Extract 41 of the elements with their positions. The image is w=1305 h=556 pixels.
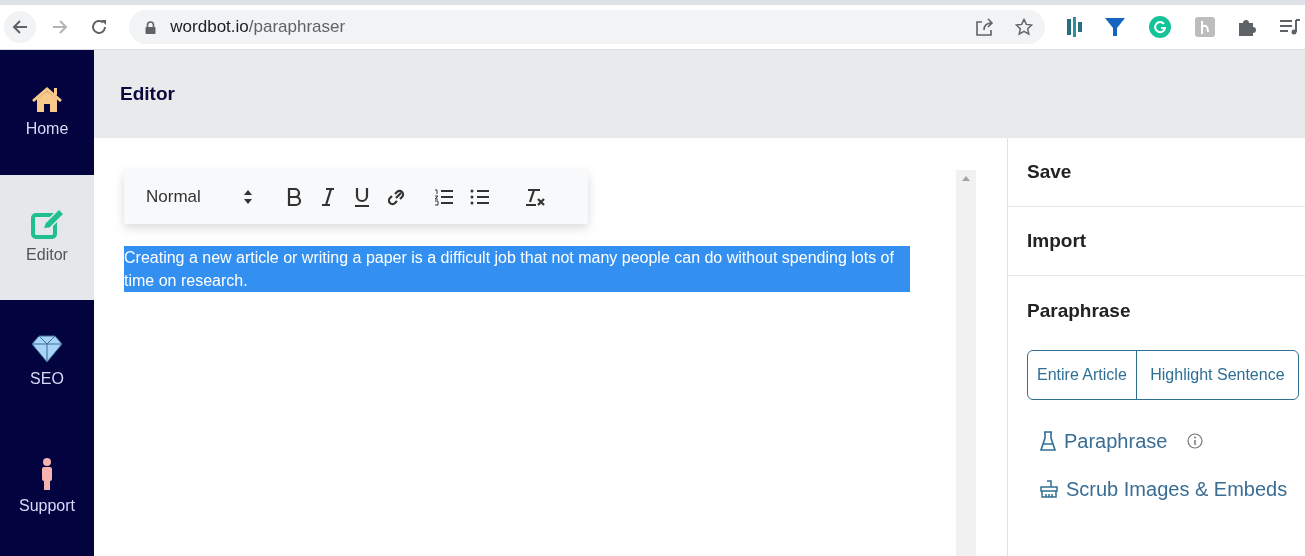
scrollbar[interactable] xyxy=(956,170,976,556)
person-icon xyxy=(41,457,53,490)
bullet-list-icon[interactable] xyxy=(470,187,490,207)
extension-icon[interactable] xyxy=(1067,17,1083,37)
funnel-icon[interactable] xyxy=(1105,17,1125,37)
action-button[interactable]: Paraphrase xyxy=(1040,426,1168,456)
home-icon xyxy=(31,84,63,113)
sidebar-item[interactable]: Editor xyxy=(0,175,94,300)
diamond-icon xyxy=(31,334,63,363)
sort-caret-icon xyxy=(244,190,252,204)
broom-icon xyxy=(1040,480,1058,498)
url-text: wordbot.io/paraphraser xyxy=(170,16,346,39)
flask-icon xyxy=(1040,431,1056,451)
format-select[interactable]: Normal xyxy=(146,184,252,210)
forward-arrow-icon xyxy=(50,18,69,36)
section-heading[interactable]: Save xyxy=(1027,157,1072,187)
info-icon[interactable] xyxy=(1187,433,1204,449)
puzzle-icon[interactable] xyxy=(1237,17,1257,37)
mode-button[interactable]: Entire Article xyxy=(1028,351,1136,399)
section-heading[interactable]: Import xyxy=(1027,226,1087,256)
reload-arrow-icon xyxy=(90,18,109,36)
bold-icon[interactable] xyxy=(286,187,302,207)
italic-icon[interactable] xyxy=(320,187,336,207)
sidebar-item[interactable]: Support xyxy=(0,425,94,550)
mode-button[interactable]: Highlight Sentence xyxy=(1135,351,1298,399)
back-button[interactable] xyxy=(4,11,36,43)
numbered-list-icon[interactable] xyxy=(434,187,454,207)
share-icon[interactable] xyxy=(975,18,995,36)
sidebar-item[interactable]: SEO xyxy=(0,300,94,425)
address-bar[interactable]: wordbot.io/paraphraser xyxy=(129,10,1045,44)
sidebar-item[interactable]: Home xyxy=(0,50,94,175)
action-button[interactable]: Scrub Images & Embeds xyxy=(1040,474,1288,504)
section-heading[interactable]: Paraphrase xyxy=(1027,296,1131,326)
media-queue-icon[interactable] xyxy=(1279,18,1301,36)
clear-format-icon[interactable] xyxy=(524,187,546,207)
back-arrow-icon xyxy=(10,18,29,36)
lock-icon xyxy=(145,20,157,34)
underline-icon[interactable] xyxy=(354,187,370,207)
page-title: Editor xyxy=(120,81,175,106)
star-icon[interactable] xyxy=(1015,18,1033,36)
edit-icon xyxy=(31,208,63,239)
